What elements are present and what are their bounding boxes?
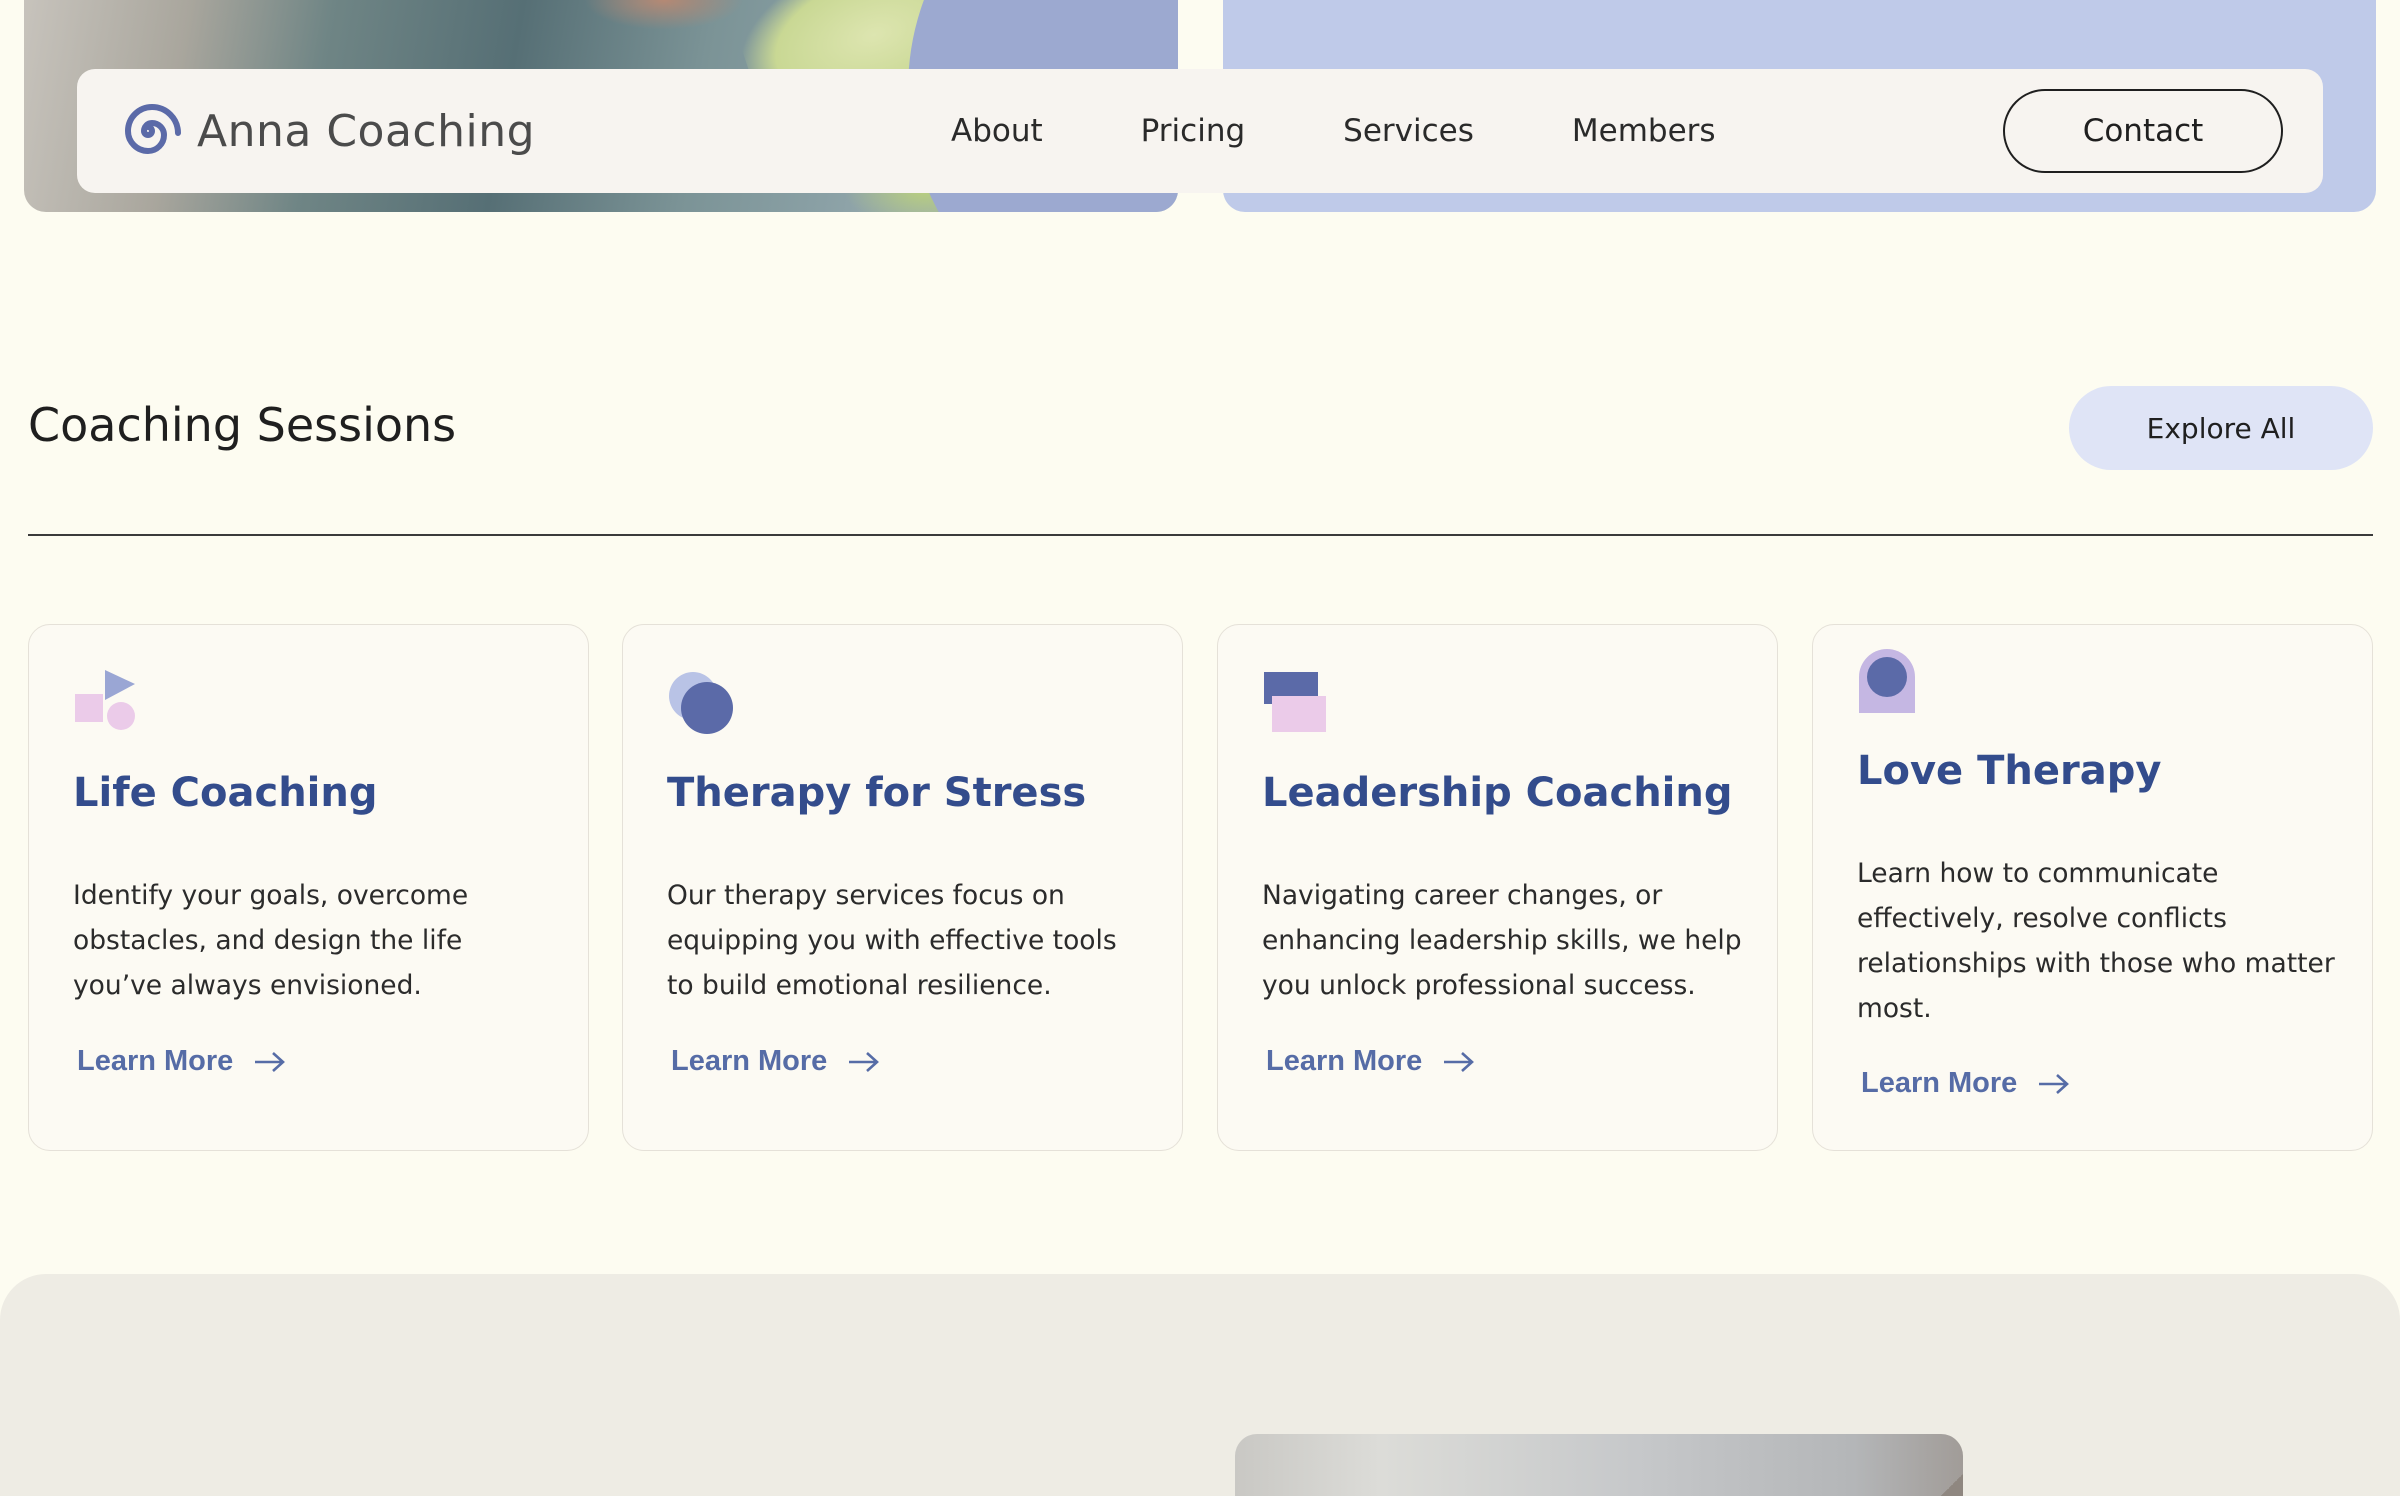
contact-button[interactable]: Contact xyxy=(2003,89,2283,173)
section-title: Coaching Sessions xyxy=(28,398,457,452)
card-description: Identify your goals, overcome obstacles,… xyxy=(73,880,469,1001)
session-card-love-therapy: Love Therapy Learn how to communicate ef… xyxy=(1812,624,2373,1151)
section-divider xyxy=(28,534,2373,536)
card-title: Love Therapy xyxy=(1857,748,2162,794)
learn-more-label: Learn More xyxy=(1861,1067,2018,1099)
brand-logo[interactable]: Anna Coaching xyxy=(113,98,535,164)
nav-link-pricing[interactable]: Pricing xyxy=(1141,113,1246,149)
nav-link-members[interactable]: Members xyxy=(1572,113,1716,149)
session-card-life-coaching: Life Coaching Identify your goals, overc… xyxy=(28,624,589,1151)
nav-links: About Pricing Services Members xyxy=(951,69,1814,193)
card-description: Navigating career changes, or enhancing … xyxy=(1262,880,1742,1001)
arch-circle-icon xyxy=(1859,649,1915,713)
spiral-logo-icon xyxy=(124,103,181,155)
card-description: Learn how to communicate effectively, re… xyxy=(1857,858,2335,1024)
arrow-right-icon xyxy=(849,1051,880,1072)
learn-more-link[interactable]: Learn More xyxy=(1861,1067,2071,1100)
learn-more-link[interactable]: Learn More xyxy=(77,1045,287,1078)
arrow-right-icon xyxy=(2039,1073,2070,1094)
session-card-leadership-coaching: Leadership Coaching Navigating career ch… xyxy=(1217,624,1778,1151)
learn-more-label: Learn More xyxy=(1266,1045,1423,1077)
next-section-background xyxy=(0,1274,2400,1496)
stacked-blocks-icon xyxy=(1264,672,1326,732)
card-description: Our therapy services focus on equipping … xyxy=(667,880,1117,1001)
learn-more-link[interactable]: Learn More xyxy=(1266,1045,1476,1078)
card-title: Therapy for Stress xyxy=(667,770,1087,816)
circles-icon xyxy=(669,672,733,734)
next-section-image xyxy=(1235,1434,1963,1496)
card-title: Life Coaching xyxy=(73,770,378,816)
learn-more-label: Learn More xyxy=(77,1045,234,1077)
navbar: Anna Coaching About Pricing Services Mem… xyxy=(77,69,2323,193)
card-title: Leadership Coaching xyxy=(1262,770,1733,816)
learn-more-label: Learn More xyxy=(671,1045,828,1077)
arrow-right-icon xyxy=(255,1051,286,1072)
arrow-right-icon xyxy=(1444,1051,1475,1072)
nav-link-services[interactable]: Services xyxy=(1343,113,1474,149)
session-card-therapy-for-stress: Therapy for Stress Our therapy services … xyxy=(622,624,1183,1151)
shapes-icon xyxy=(75,670,135,730)
brand-name: Anna Coaching xyxy=(197,105,536,157)
learn-more-link[interactable]: Learn More xyxy=(671,1045,881,1078)
explore-all-button[interactable]: Explore All xyxy=(2069,386,2373,470)
nav-link-about[interactable]: About xyxy=(951,113,1043,149)
